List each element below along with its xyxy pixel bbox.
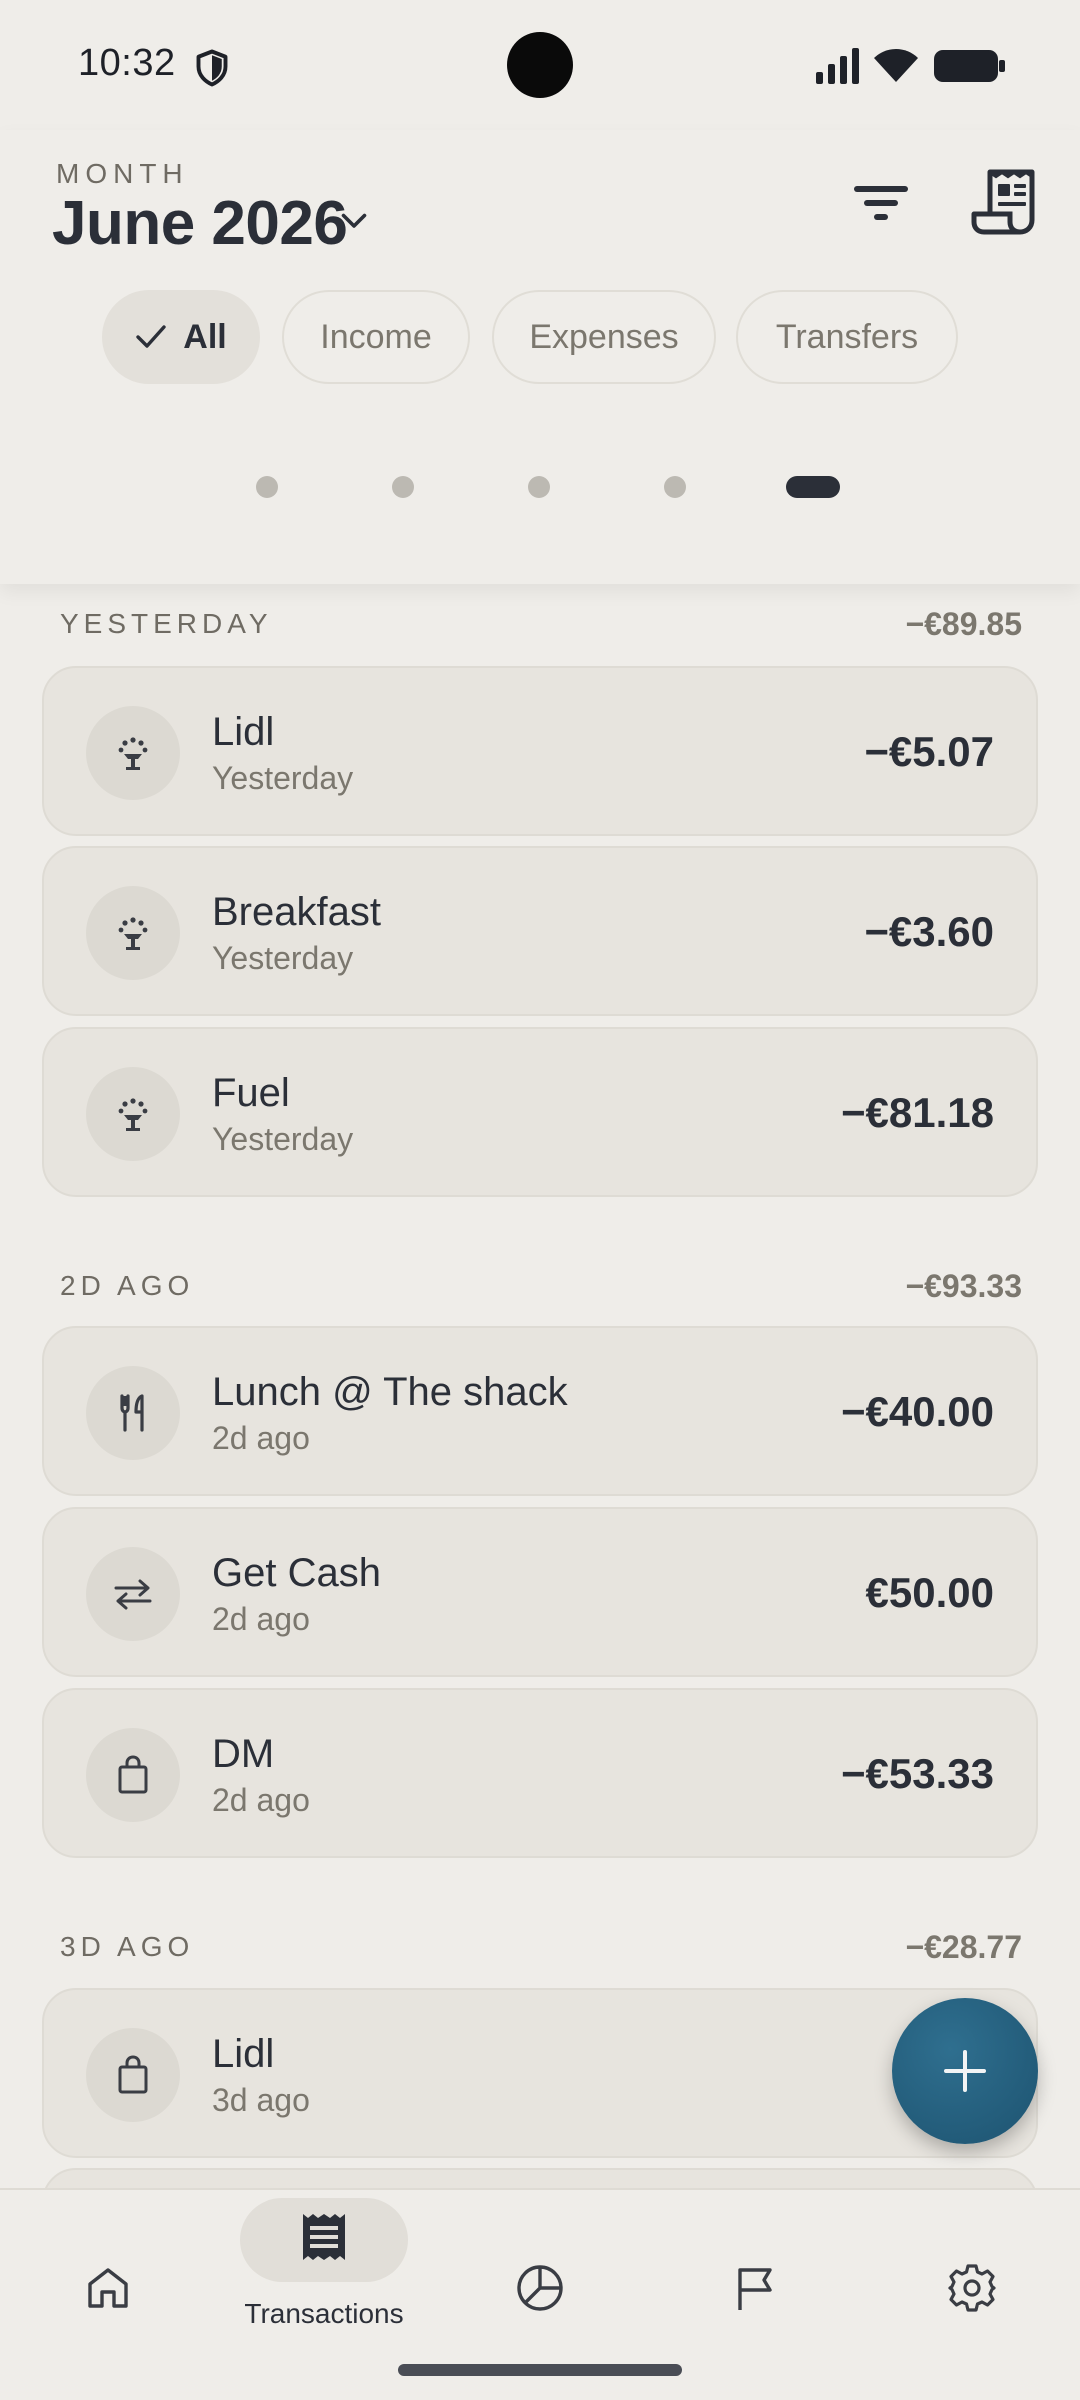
transaction-amount: −€3.60	[864, 908, 994, 955]
page-dot[interactable]	[664, 476, 686, 498]
chip-expenses-label: Expenses	[529, 317, 679, 356]
transaction-date: Yesterday	[212, 940, 354, 976]
nav-settings[interactable]	[864, 2190, 1080, 2350]
section-total: −€89.85	[905, 606, 1022, 642]
section-title: YESTERDAY	[60, 608, 273, 639]
transaction-date: 2d ago	[212, 1601, 310, 1637]
nav-reports[interactable]	[432, 2190, 648, 2350]
chip-expenses[interactable]: Expenses	[492, 290, 716, 384]
transaction-name: Get Cash	[212, 1551, 381, 1595]
transaction-date: Yesterday	[212, 760, 354, 796]
home-indicator[interactable]	[398, 2364, 682, 2376]
add-transaction-button[interactable]	[892, 1998, 1038, 2144]
page-dot[interactable]	[528, 476, 550, 498]
pie-chart-icon	[517, 2265, 563, 2311]
transaction-amount: −€53.33	[841, 1750, 994, 1797]
chip-transfers[interactable]: Transfers	[736, 290, 958, 384]
month-selector[interactable]: June 2026	[52, 188, 348, 259]
transaction-date: 2d ago	[212, 1420, 310, 1456]
section-total: −€93.33	[905, 1268, 1022, 1304]
transaction-amount: −€81.18	[841, 1089, 994, 1136]
fountain-icon	[86, 886, 180, 980]
chip-income[interactable]: Income	[282, 290, 470, 384]
camera-cutout	[507, 32, 573, 98]
gear-icon	[948, 2264, 996, 2312]
transaction-amount: €50.00	[865, 1569, 994, 1616]
status-bar: 10:32	[0, 0, 1080, 130]
transaction-date: Yesterday	[212, 1121, 354, 1157]
transaction-row[interactable]: DM 2d ago −€53.33	[42, 1688, 1038, 1858]
chip-transfers-label: Transfers	[775, 317, 919, 356]
chip-all-label: All	[183, 317, 227, 356]
section-total: −€28.77	[905, 1929, 1022, 1965]
transaction-row[interactable]: Breakfast Yesterday −€3.60	[42, 846, 1038, 1016]
status-time: 10:32	[78, 42, 176, 84]
wifi-icon	[874, 49, 918, 82]
transaction-row-partial[interactable]	[42, 2168, 1038, 2188]
fork-knife-icon	[86, 1366, 180, 1460]
section-title: 3D AGO	[60, 1931, 195, 1962]
shield-icon	[196, 49, 228, 87]
month-header: MONTH June 2026 All Income Expenses Tran…	[0, 130, 1080, 584]
transaction-list[interactable]: YESTERDAY −€89.85 Lidl Yesterday −€5.07 …	[0, 584, 1080, 2188]
transaction-date: 3d ago	[212, 2082, 310, 2118]
receipt-export-icon[interactable]	[970, 166, 1040, 238]
transaction-name: Lidl	[212, 710, 275, 754]
transaction-row[interactable]: Lidl Yesterday −€5.07	[42, 666, 1038, 836]
filter-icon[interactable]	[846, 168, 916, 238]
transfer-arrows-icon	[86, 1547, 180, 1641]
transaction-name: Lunch @ The shack	[212, 1370, 568, 1414]
page-dot[interactable]	[256, 476, 278, 498]
signal-icon	[816, 48, 859, 84]
transaction-row[interactable]: Lidl 3d ago −€	[42, 1988, 1038, 2158]
nav-home[interactable]	[0, 2190, 216, 2350]
chip-income-label: Income	[320, 317, 432, 356]
chip-all[interactable]: All	[102, 290, 260, 384]
page-dot-active[interactable]	[786, 476, 840, 498]
transaction-row[interactable]: Fuel Yesterday −€81.18	[42, 1027, 1038, 1197]
nav-goals[interactable]	[648, 2190, 864, 2350]
transaction-amount: −€5.07	[864, 728, 994, 775]
transaction-name: Lidl	[212, 2032, 275, 2076]
month-label: MONTH	[56, 158, 189, 189]
transaction-name: Breakfast	[212, 890, 381, 934]
nav-transactions[interactable]: Transactions	[216, 2190, 432, 2350]
receipt-icon	[303, 2214, 345, 2260]
fountain-icon	[86, 1067, 180, 1161]
transaction-name: DM	[212, 1732, 275, 1776]
transaction-name: Fuel	[212, 1071, 290, 1115]
shopping-bag-icon	[86, 2028, 180, 2122]
transaction-row[interactable]: Lunch @ The shack 2d ago −€40.00	[42, 1326, 1038, 1496]
shopping-bag-icon	[86, 1728, 180, 1822]
transaction-row[interactable]: Get Cash 2d ago €50.00	[42, 1507, 1038, 1677]
flag-icon	[738, 2268, 772, 2310]
chevron-down-icon[interactable]	[336, 202, 372, 238]
bottom-navigation: Transactions	[0, 2188, 1080, 2400]
section-title: 2D AGO	[60, 1270, 195, 1301]
check-icon	[136, 325, 166, 348]
transaction-date: 2d ago	[212, 1782, 310, 1818]
page-indicator	[0, 474, 1080, 498]
battery-icon	[934, 50, 1005, 82]
page-dot[interactable]	[392, 476, 414, 498]
transactions-screen: 10:32 MONTH June 2026 All Income Expense…	[0, 0, 1080, 2400]
nav-transactions-label: Transactions	[244, 2298, 404, 2329]
transaction-amount: −€40.00	[841, 1388, 994, 1435]
plus-icon	[944, 2050, 986, 2092]
fountain-icon	[86, 706, 180, 800]
home-icon	[88, 2268, 128, 2308]
